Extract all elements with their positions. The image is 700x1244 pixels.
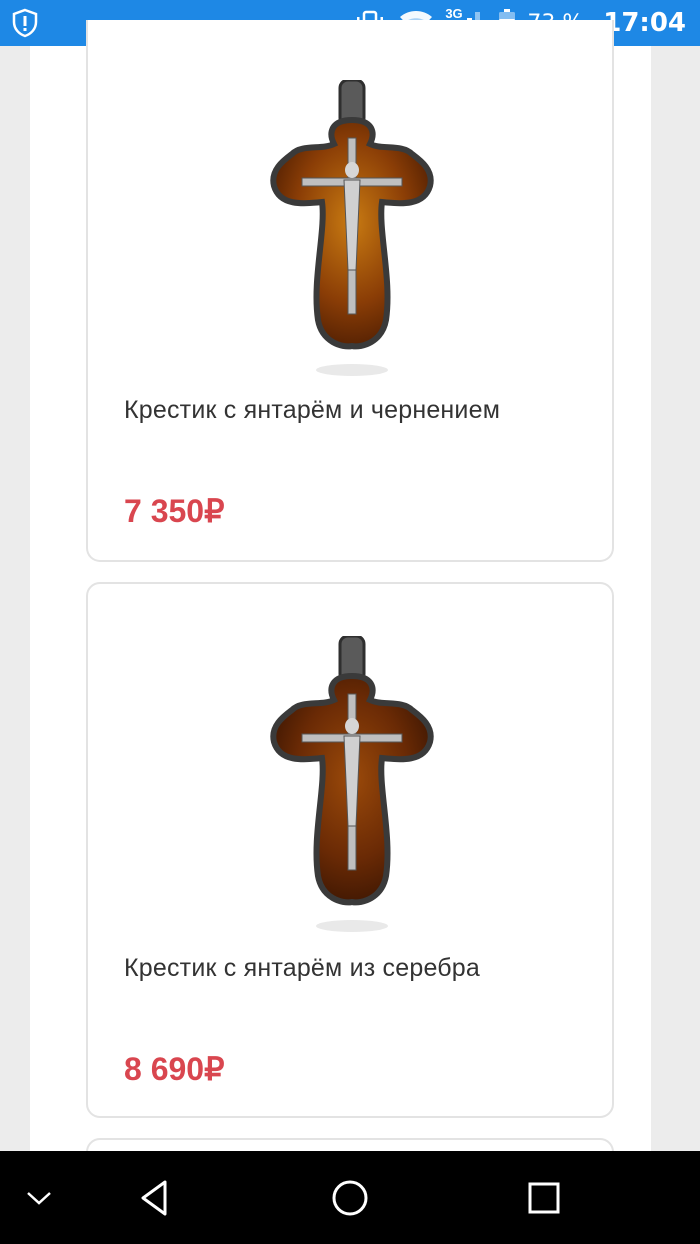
product-title[interactable]: Крестик с янтарём из серебра (124, 954, 480, 983)
product-price: 8 690₽ (124, 1051, 225, 1087)
product-card[interactable]: Крестик с янтарём и чернением 7 350₽ (86, 20, 614, 562)
product-title[interactable]: Крестик с янтарём и чернением (124, 396, 500, 425)
recents-icon[interactable] (519, 1173, 569, 1223)
clock: 17:04 (603, 8, 686, 38)
alert-shield-icon[interactable] (10, 8, 40, 38)
collapse-chevron-icon[interactable] (14, 1173, 64, 1223)
product-price: 7 350₽ (124, 493, 225, 529)
navigation-bar (0, 1151, 700, 1244)
product-image[interactable] (262, 80, 442, 380)
product-card[interactable]: Крестик с янтарём из серебра 8 690₽ (86, 582, 614, 1118)
home-icon[interactable] (325, 1173, 375, 1223)
product-image[interactable] (262, 636, 442, 936)
back-icon[interactable] (130, 1173, 180, 1223)
